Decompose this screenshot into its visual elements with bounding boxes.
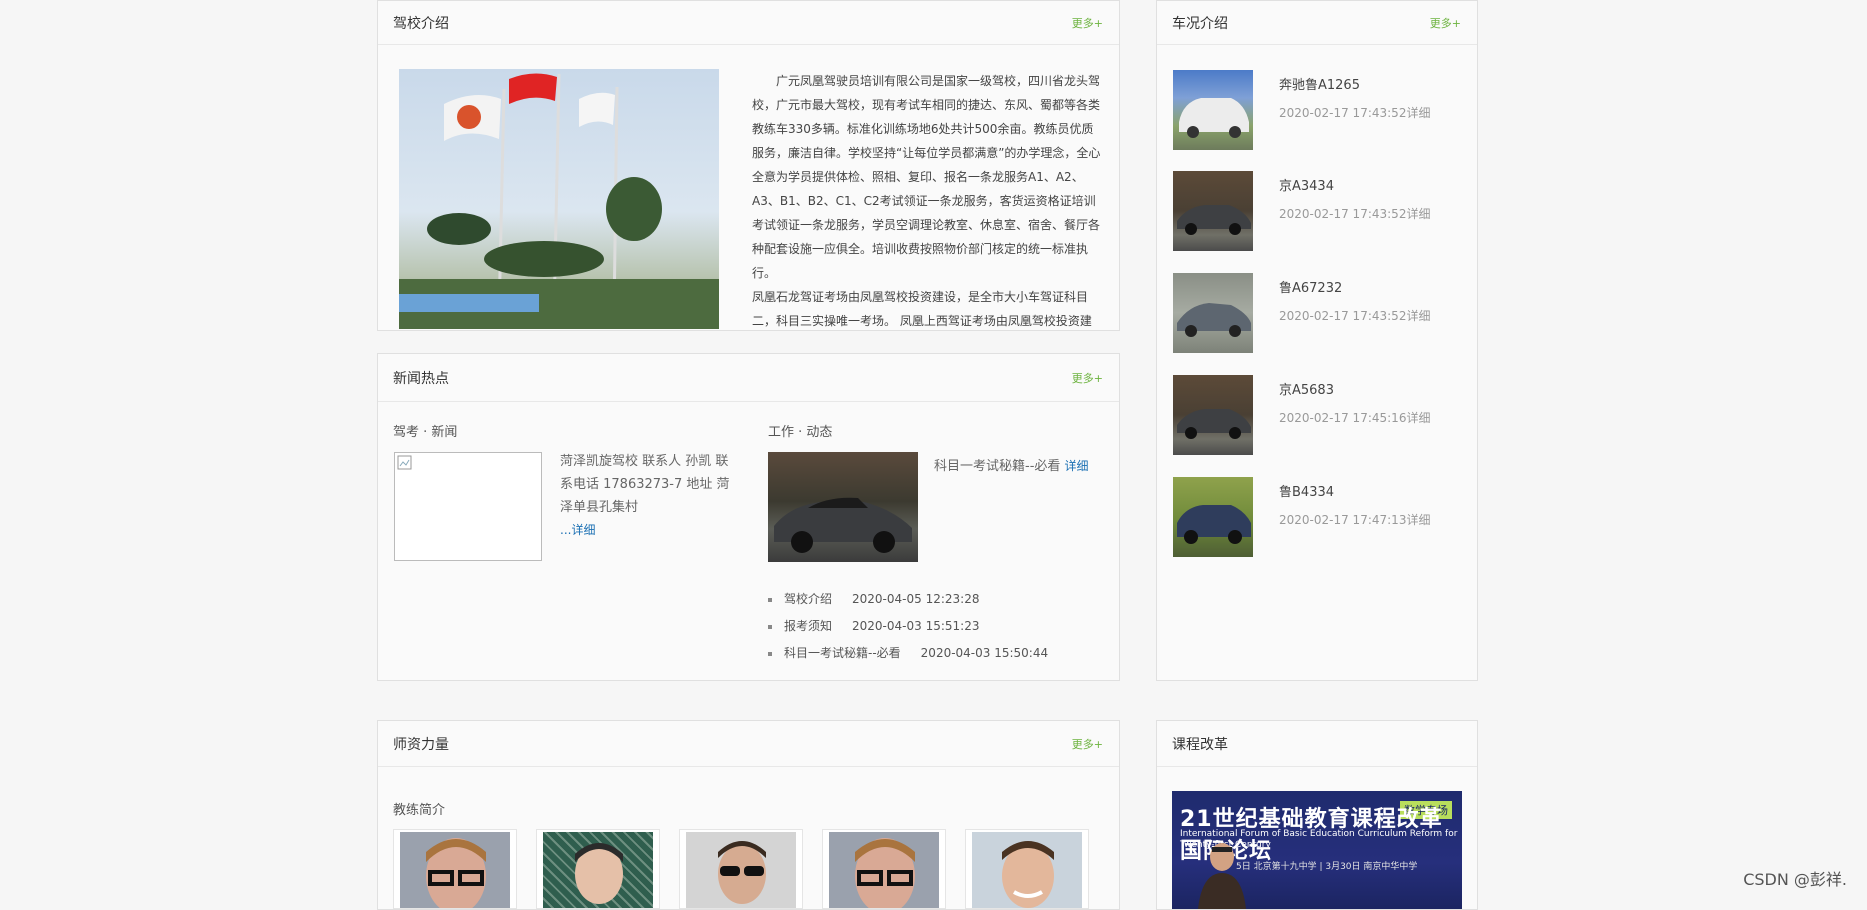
car-item[interactable]: 鲁A67232 2020-02-17 17:43:52详细 <box>1173 273 1433 355</box>
teacher-photo <box>400 832 510 908</box>
teachers-subheading: 教练简介 <box>393 803 446 818</box>
intro-paragraph-1: 广元凤凰驾驶员培训有限公司是国家一级驾校，四川省龙头驾校，广元市最大驾校，现有考… <box>752 74 1101 280</box>
car-name[interactable]: 奔驰鲁A1265 <box>1279 74 1360 93</box>
car-status-panel: 车况介绍 更多+ 奔驰鲁A1265 2020-02-17 17:43:52详细 … <box>1156 0 1478 681</box>
work-news-text: 科目一考试秘籍--必看 详细 <box>934 455 1114 474</box>
car-date: 2020-02-17 17:47:13详细 <box>1279 513 1431 527</box>
car-status-more-link[interactable]: 更多+ <box>1430 15 1461 31</box>
teacher-card[interactable] <box>822 829 946 909</box>
news-left-body: 菏泽凯旋驾校 联系人 孙凯 联系电话 17863273-7 地址 菏泽单县孔集村 <box>560 454 730 515</box>
news-list-item[interactable]: 报考须知 2020-04-03 15:51:23 <box>768 613 1048 640</box>
news-item-title[interactable]: 科目一考试秘籍--必看 <box>784 640 901 667</box>
news-item-date: 2020-04-03 15:51:23 <box>852 619 980 633</box>
work-news-title[interactable]: 科目一考试秘籍--必看 <box>934 459 1060 474</box>
school-intro-panel: 驾校介绍 更多+ 广元凤凰驾驶员培训有限公司是国家一级驾校，四川省龙头驾校，广元… <box>377 0 1120 331</box>
course-reform-banner[interactable]: 数学专场 21世纪基础教育课程改革国际论坛 International Foru… <box>1172 791 1462 909</box>
teacher-card[interactable] <box>393 829 517 909</box>
car-status-header: 车况介绍 更多+ <box>1157 1 1477 45</box>
news-header: 新闻热点 更多+ <box>378 354 1119 402</box>
news-item-title[interactable]: 报考须知 <box>784 613 832 640</box>
work-news-detail-link[interactable]: 详细 <box>1065 459 1089 473</box>
car-date: 2020-02-17 17:45:16详细 <box>1279 411 1431 425</box>
banner-footer: 5日 北京第十九中学 | 3月30日 南京中华中学 <box>1236 862 1418 872</box>
car-name[interactable]: 鲁B4334 <box>1279 481 1334 500</box>
car-thumbnail <box>1173 70 1253 150</box>
news-item-title[interactable]: 驾校介绍 <box>784 586 832 613</box>
school-intro-more-link[interactable]: 更多+ <box>1072 15 1103 31</box>
news-item-date: 2020-04-05 12:23:28 <box>852 592 980 606</box>
car-thumbnail <box>1173 375 1253 455</box>
school-intro-text: 广元凤凰驾驶员培训有限公司是国家一级驾校，四川省龙头驾校，广元市最大驾校，现有考… <box>752 69 1104 330</box>
news-item-date: 2020-04-03 15:50:44 <box>920 646 1049 660</box>
car-thumbnail <box>1173 273 1253 353</box>
car-item[interactable]: 京A3434 2020-02-17 17:43:52详细 <box>1173 171 1433 253</box>
news-list: 驾校介绍 2020-04-05 12:23:28 报考须知 2020-04-03 1… <box>768 586 1048 667</box>
car-date: 2020-02-17 17:43:52详细 <box>1279 309 1431 323</box>
broken-image-placeholder <box>394 452 542 561</box>
bullet-icon <box>768 597 772 602</box>
bullet-icon <box>768 651 772 656</box>
teachers-title: 师资力量 <box>393 736 449 753</box>
car-item[interactable]: 奔驰鲁A1265 2020-02-17 17:43:52详细 <box>1173 70 1433 152</box>
news-right-heading: 工作 · 动态 <box>768 425 833 440</box>
school-intro-header: 驾校介绍 更多+ <box>378 1 1119 45</box>
teacher-photo <box>829 832 939 908</box>
car-thumbnail <box>1173 171 1253 251</box>
work-news-photo <box>768 452 918 562</box>
teachers-header: 师资力量 更多+ <box>378 721 1119 767</box>
course-reform-panel: 课程改革 数学专场 21世纪基础教育课程改革国际论坛 International… <box>1156 720 1478 910</box>
news-more-link[interactable]: 更多+ <box>1072 370 1103 386</box>
teachers-panel: 师资力量 更多+ 教练简介 <box>377 720 1120 910</box>
car-date: 2020-02-17 17:43:52详细 <box>1279 207 1431 221</box>
car-thumbnail <box>1173 477 1253 557</box>
news-left-detail-link[interactable]: ...详细 <box>560 523 595 537</box>
news-left-heading: 驾考 · 新闻 <box>393 425 458 440</box>
car-date: 2020-02-17 17:43:52详细 <box>1279 106 1431 120</box>
news-left-text: 菏泽凯旋驾校 联系人 孙凯 联系电话 17863273-7 地址 菏泽单县孔集村… <box>560 450 730 542</box>
bullet-icon <box>768 624 772 629</box>
news-panel: 新闻热点 更多+ 驾考 · 新闻 工作 · 动态 菏泽凯旋驾校 联系人 孙凯 联… <box>377 353 1120 681</box>
teacher-photo <box>686 832 796 908</box>
course-reform-header: 课程改革 <box>1157 721 1477 767</box>
intro-paragraph-2: 凤凰石龙驾证考场由凤凰驾校投资建设，是全市大小车驾证科目二，科目三实操唯一考场。… <box>752 290 1092 328</box>
car-name[interactable]: 京A5683 <box>1279 379 1334 398</box>
car-name[interactable]: 鲁A67232 <box>1279 277 1342 296</box>
teacher-photo <box>543 832 653 908</box>
school-intro-title: 驾校介绍 <box>393 15 449 32</box>
car-item[interactable]: 鲁B4334 2020-02-17 17:47:13详细 <box>1173 477 1433 559</box>
course-reform-title: 课程改革 <box>1172 736 1228 753</box>
car-status-title: 车况介绍 <box>1172 15 1228 32</box>
csdn-watermark: CSDN @彭祥. <box>1743 870 1847 889</box>
news-title: 新闻热点 <box>393 370 449 387</box>
car-item[interactable]: 京A5683 2020-02-17 17:45:16详细 <box>1173 375 1433 457</box>
teacher-card[interactable] <box>679 829 803 909</box>
news-list-item[interactable]: 驾校介绍 2020-04-05 12:23:28 <box>768 586 1048 613</box>
car-name[interactable]: 京A3434 <box>1279 175 1334 194</box>
news-list-item[interactable]: 科目一考试秘籍--必看 2020-04-03 15:50:44 <box>768 640 1048 667</box>
teachers-more-link[interactable]: 更多+ <box>1072 736 1103 752</box>
school-flag-photo <box>399 69 719 329</box>
teacher-card[interactable] <box>536 829 660 909</box>
teacher-photo <box>972 832 1082 908</box>
teacher-card[interactable] <box>965 829 1089 909</box>
speaker-figure <box>1198 843 1246 909</box>
